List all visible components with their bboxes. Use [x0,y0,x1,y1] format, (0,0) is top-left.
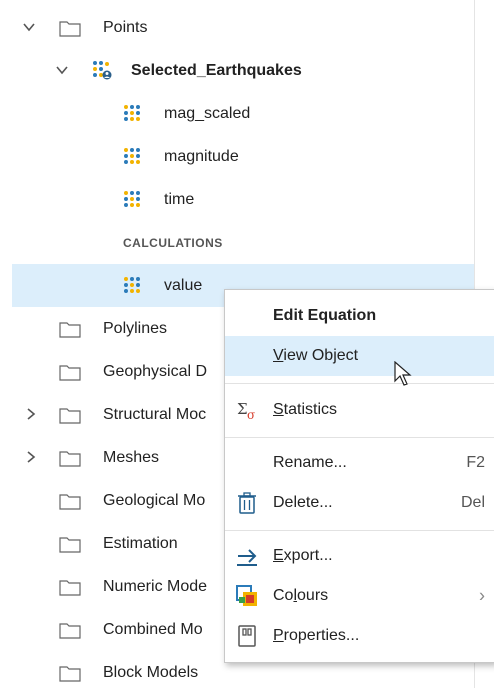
menu-item-label: View Object [273,347,359,364]
point-set-icon [93,61,112,80]
trash-icon [238,492,256,514]
folder-icon [59,623,81,639]
menu-item-label: Statistics [273,401,338,418]
menu-separator [225,530,494,531]
attribute-icon [124,277,140,293]
tree-label: Geophysical D [103,362,208,380]
chevron-right-icon[interactable] [24,450,38,464]
chevron-right-icon[interactable] [24,407,38,421]
statistics-icon: Σ σ [237,400,255,422]
tree-label: time [164,190,195,208]
chevron-down-icon[interactable] [55,63,69,77]
menu-item-label: Colours [273,587,329,604]
tree-label: Structural Moc [103,405,207,423]
menu-item-colours[interactable]: Colours › [225,576,494,616]
tree-label: Meshes [103,448,160,466]
svg-text:σ: σ [247,408,255,422]
menu-item-label: Export... [273,547,333,564]
submenu-arrow-icon: › [479,585,485,606]
tree-label: Combined Mo [103,620,203,638]
folder-icon [59,365,81,381]
folder-icon [59,408,81,424]
menu-item-statistics[interactable]: Σ σ Statistics [225,390,494,430]
menu-item-label: Properties... [273,627,360,644]
tree-row-points[interactable]: Points [0,6,474,49]
chevron-down-icon[interactable] [22,20,36,34]
folder-icon [59,666,81,682]
menu-separator [225,383,494,384]
tree-label: Block Models [103,663,199,681]
tree-label: mag_scaled [164,104,251,122]
attribute-icon [124,105,140,121]
menu-item-rename[interactable]: Rename... F2 [225,443,494,483]
attribute-icon [124,148,140,164]
menu-item-properties[interactable]: Properties... [225,616,494,656]
menu-separator [225,437,494,438]
export-arrow-icon [237,549,257,566]
folder-icon [59,21,81,37]
shortcut-label: F2 [466,454,485,471]
folder-icon [59,494,81,510]
tree-label: Polylines [103,319,168,337]
shortcut-label: Del [460,494,485,511]
tree-label: Estimation [103,534,178,552]
menu-item-export[interactable]: Export... [225,536,494,576]
menu-item-delete[interactable]: Delete... Del [225,483,494,523]
tree-label: Numeric Mode [103,577,208,595]
context-menu: Edit Equation View Object Σ σ Statistics… [224,289,494,663]
colours-icon [236,585,257,606]
tree-label: value [164,276,203,294]
attribute-icon [124,191,140,207]
folder-icon [59,451,81,467]
menu-item-view-object[interactable]: View Object [225,336,494,376]
tree-label: Points [103,18,148,36]
tree-row-attribute[interactable]: mag_scaled [0,92,474,135]
menu-item-label: Edit Equation [273,307,377,324]
folder-icon [59,537,81,553]
mouse-cursor-icon [394,361,412,386]
folder-icon [59,580,81,596]
properties-icon [238,625,256,647]
tree-label: magnitude [164,147,239,165]
folder-icon [59,322,81,338]
tree-label: Selected_Earthquakes [131,61,302,79]
tree-row-attribute[interactable]: magnitude [0,135,474,178]
tree-label: Geological Mo [103,491,206,509]
menu-item-label: Delete... [273,494,333,511]
menu-item-edit-equation[interactable]: Edit Equation [225,296,494,336]
tree-row-attribute[interactable]: time [0,178,474,221]
tree-row-selected-earthquakes[interactable]: Selected_Earthquakes [0,49,474,92]
section-header-calculations: CALCULATIONS [123,236,223,250]
menu-item-label: Rename... [273,454,347,471]
